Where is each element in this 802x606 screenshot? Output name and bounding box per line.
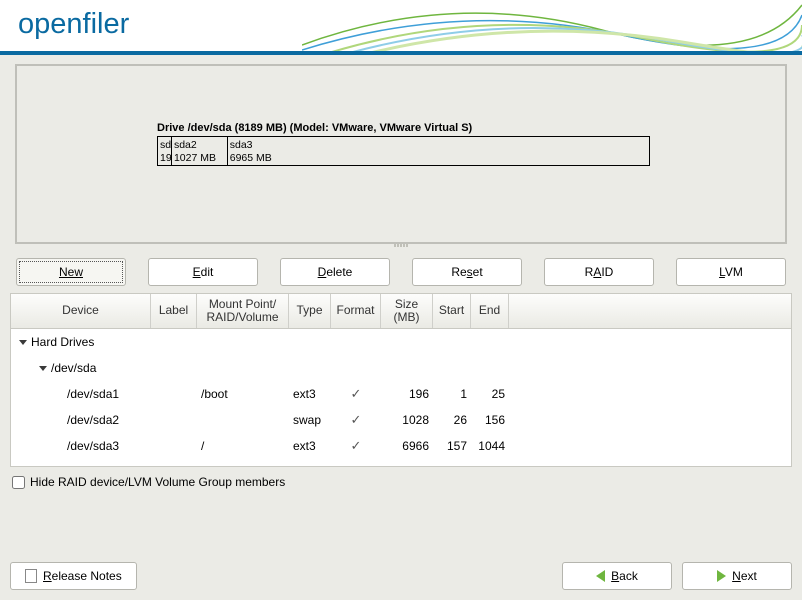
banner: openfiler bbox=[0, 0, 802, 55]
column-header-end[interactable]: End bbox=[471, 294, 509, 328]
pane-grip[interactable] bbox=[376, 244, 426, 248]
drive-segment[interactable]: sda36965 MB bbox=[228, 137, 649, 165]
column-header-type[interactable]: Type bbox=[289, 294, 331, 328]
column-header-mount[interactable]: Mount Point/RAID/Volume bbox=[197, 294, 289, 328]
arrow-right-icon bbox=[717, 570, 726, 582]
check-icon: ✓ bbox=[351, 412, 362, 427]
hide-raid-label[interactable]: Hide RAID device/LVM Volume Group member… bbox=[30, 475, 285, 489]
drive-segment[interactable]: sda119 bbox=[158, 137, 172, 165]
delete-button[interactable]: Delete bbox=[280, 258, 390, 286]
drive-segment[interactable]: sda21027 MB bbox=[172, 137, 228, 165]
hide-raid-option[interactable]: Hide RAID device/LVM Volume Group member… bbox=[12, 475, 790, 489]
footer: Release Notes Back Next bbox=[10, 562, 792, 590]
column-header-format[interactable]: Format bbox=[331, 294, 381, 328]
reset-button[interactable]: Reset bbox=[412, 258, 522, 286]
logo: openfiler bbox=[18, 8, 129, 41]
tree-toggle-icon[interactable] bbox=[19, 340, 27, 345]
table-header: DeviceLabelMount Point/RAID/VolumeTypeFo… bbox=[10, 293, 792, 329]
drive-title: Drive /dev/sda (8189 MB) (Model: VMware,… bbox=[157, 122, 657, 134]
column-header-label[interactable]: Label bbox=[151, 294, 197, 328]
column-header-device[interactable]: Device bbox=[11, 294, 151, 328]
column-header-size[interactable]: Size(MB) bbox=[381, 294, 433, 328]
drive-diagram-panel: Drive /dev/sda (8189 MB) (Model: VMware,… bbox=[15, 64, 787, 244]
table-row[interactable]: /dev/sda bbox=[11, 355, 791, 381]
banner-swirls bbox=[302, 0, 802, 55]
tree-toggle-icon[interactable] bbox=[39, 366, 47, 371]
lvm-button[interactable]: LVM bbox=[676, 258, 786, 286]
edit-button[interactable]: Edit bbox=[148, 258, 258, 286]
column-header-filler bbox=[509, 294, 791, 328]
new-button[interactable]: New bbox=[16, 258, 126, 286]
back-button[interactable]: Back bbox=[562, 562, 672, 590]
release-notes-button[interactable]: Release Notes bbox=[10, 562, 137, 590]
next-button[interactable]: Next bbox=[682, 562, 792, 590]
table-row[interactable]: Hard Drives bbox=[11, 329, 791, 355]
table-row[interactable]: /dev/sda2swap✓102826156 bbox=[11, 407, 791, 433]
table-body: Hard Drives/dev/sda/dev/sda1/bootext3✓19… bbox=[10, 329, 792, 467]
hide-raid-checkbox[interactable] bbox=[12, 476, 25, 489]
content-area: Drive /dev/sda (8189 MB) (Model: VMware,… bbox=[0, 55, 802, 600]
partition-table: DeviceLabelMount Point/RAID/VolumeTypeFo… bbox=[10, 292, 792, 467]
check-icon: ✓ bbox=[351, 438, 362, 453]
table-row[interactable]: /dev/sda1/bootext3✓196125 bbox=[11, 381, 791, 407]
check-icon: ✓ bbox=[351, 386, 362, 401]
table-row[interactable]: /dev/sda3/ext3✓69661571044 bbox=[11, 433, 791, 459]
document-icon bbox=[25, 569, 37, 583]
partition-toolbar: New Edit Delete Reset RAID LVM bbox=[10, 258, 792, 286]
raid-button[interactable]: RAID bbox=[544, 258, 654, 286]
arrow-left-icon bbox=[596, 570, 605, 582]
column-header-start[interactable]: Start bbox=[433, 294, 471, 328]
drive-bar: sda119sda21027 MBsda36965 MB bbox=[157, 136, 650, 166]
